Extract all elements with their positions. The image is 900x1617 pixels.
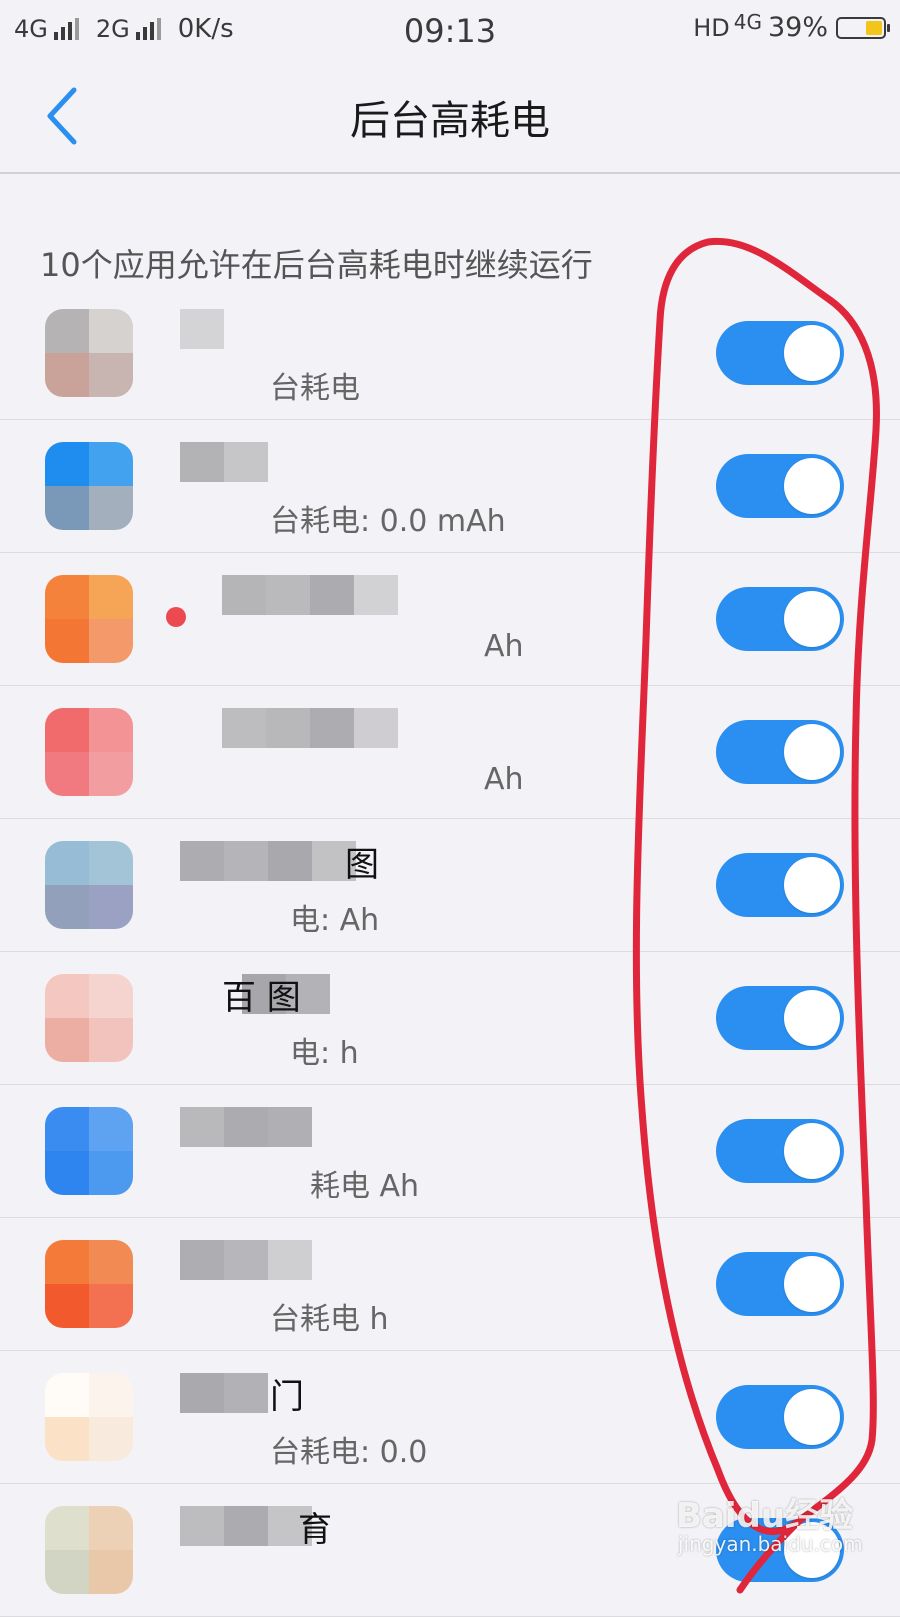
app-usage: 台耗电: 0.0 mAh: [270, 504, 506, 539]
background-power-toggle[interactable]: [716, 454, 844, 518]
background-power-toggle[interactable]: [716, 853, 844, 917]
pixelated-app-name: [180, 841, 356, 881]
pixelated-app-name: [180, 1506, 312, 1546]
toggle-knob: [784, 990, 840, 1046]
background-power-toggle[interactable]: [716, 1385, 844, 1449]
background-power-toggle[interactable]: [716, 321, 844, 385]
app-usage: 耗电 Ah: [310, 1169, 420, 1204]
background-power-toggle[interactable]: [716, 587, 844, 651]
list-item: 图 电: Ah: [0, 819, 900, 952]
app-usage: 台耗电: 0.0: [270, 1435, 428, 1470]
red-dot-icon: [166, 607, 186, 627]
background-power-toggle[interactable]: [716, 986, 844, 1050]
app-icon: [45, 708, 133, 796]
app-usage: 台耗电 h: [270, 1302, 389, 1337]
watermark-brand: Baidu经验: [676, 1496, 854, 1536]
app-icon: [45, 1506, 133, 1594]
pixelated-app-name: [180, 442, 268, 482]
watermark: Baidu经验 jingyan.baidu.com: [676, 1480, 876, 1590]
toggle-knob: [784, 724, 840, 780]
app-icon: [45, 1240, 133, 1328]
pixelated-app-name: [222, 575, 398, 615]
pixelated-app-name: [180, 1240, 312, 1280]
pixelated-app-name: [180, 309, 224, 349]
app-icon: [45, 309, 133, 397]
toggle-knob: [784, 458, 840, 514]
app-icon: [45, 841, 133, 929]
toggle-knob: [784, 325, 840, 381]
pixelated-app-name: [222, 708, 398, 748]
app-name: 百 图: [222, 978, 301, 1018]
app-usage: 台耗电: [270, 371, 360, 406]
watermark-site: jingyan.baidu.com: [678, 1532, 863, 1556]
toggle-knob: [784, 857, 840, 913]
app-icon: [45, 1107, 133, 1195]
lte-indicator: 4G: [733, 9, 762, 34]
section-header: 10个应用允许在后台高耗电时继续运行: [40, 246, 593, 284]
list-item: Ah: [0, 553, 900, 686]
app-usage: 电: h: [290, 1036, 359, 1071]
list-item: 台耗电: 0.0 mAh: [0, 420, 900, 553]
toggle-knob: [784, 591, 840, 647]
app-icon: [45, 974, 133, 1062]
status-bar: 4G 2G 0K/s 09:13 HD 4G 39%: [0, 0, 900, 60]
nav-bar: 后台高耗电: [0, 60, 900, 174]
app-icon: [45, 442, 133, 530]
app-list: 台耗电 台耗电: 0.0 mAh Ah Ah 图 电: Ah 百 图 电: h …: [0, 287, 900, 1617]
list-item: 台耗电: [0, 287, 900, 420]
toggle-knob: [784, 1389, 840, 1445]
app-name: 图: [345, 845, 379, 885]
background-power-toggle[interactable]: [716, 720, 844, 784]
pixelated-app-name: [180, 1107, 312, 1147]
list-item: 门 台耗电: 0.0: [0, 1351, 900, 1484]
list-item: 耗电 Ah: [0, 1085, 900, 1218]
list-item: Ah: [0, 686, 900, 819]
app-icon: [45, 575, 133, 663]
list-item: 台耗电 h: [0, 1218, 900, 1351]
app-icon: [45, 1373, 133, 1461]
background-power-toggle[interactable]: [716, 1252, 844, 1316]
battery-icon: [836, 16, 890, 39]
toggle-knob: [784, 1123, 840, 1179]
pixelated-app-name: [180, 1373, 268, 1413]
status-right: HD 4G 39%: [693, 9, 890, 43]
hd-indicator: HD: [693, 13, 730, 42]
battery-percent: 39%: [767, 12, 828, 43]
background-power-toggle[interactable]: [716, 1119, 844, 1183]
app-usage: Ah: [484, 629, 524, 664]
app-name: 门: [270, 1377, 304, 1417]
page-title: 后台高耗电: [350, 98, 550, 144]
app-name: 育: [298, 1510, 332, 1550]
app-usage: Ah: [484, 762, 524, 797]
app-usage: 电: Ah: [290, 903, 380, 938]
list-item: 百 图 电: h: [0, 952, 900, 1085]
toggle-knob: [784, 1256, 840, 1312]
